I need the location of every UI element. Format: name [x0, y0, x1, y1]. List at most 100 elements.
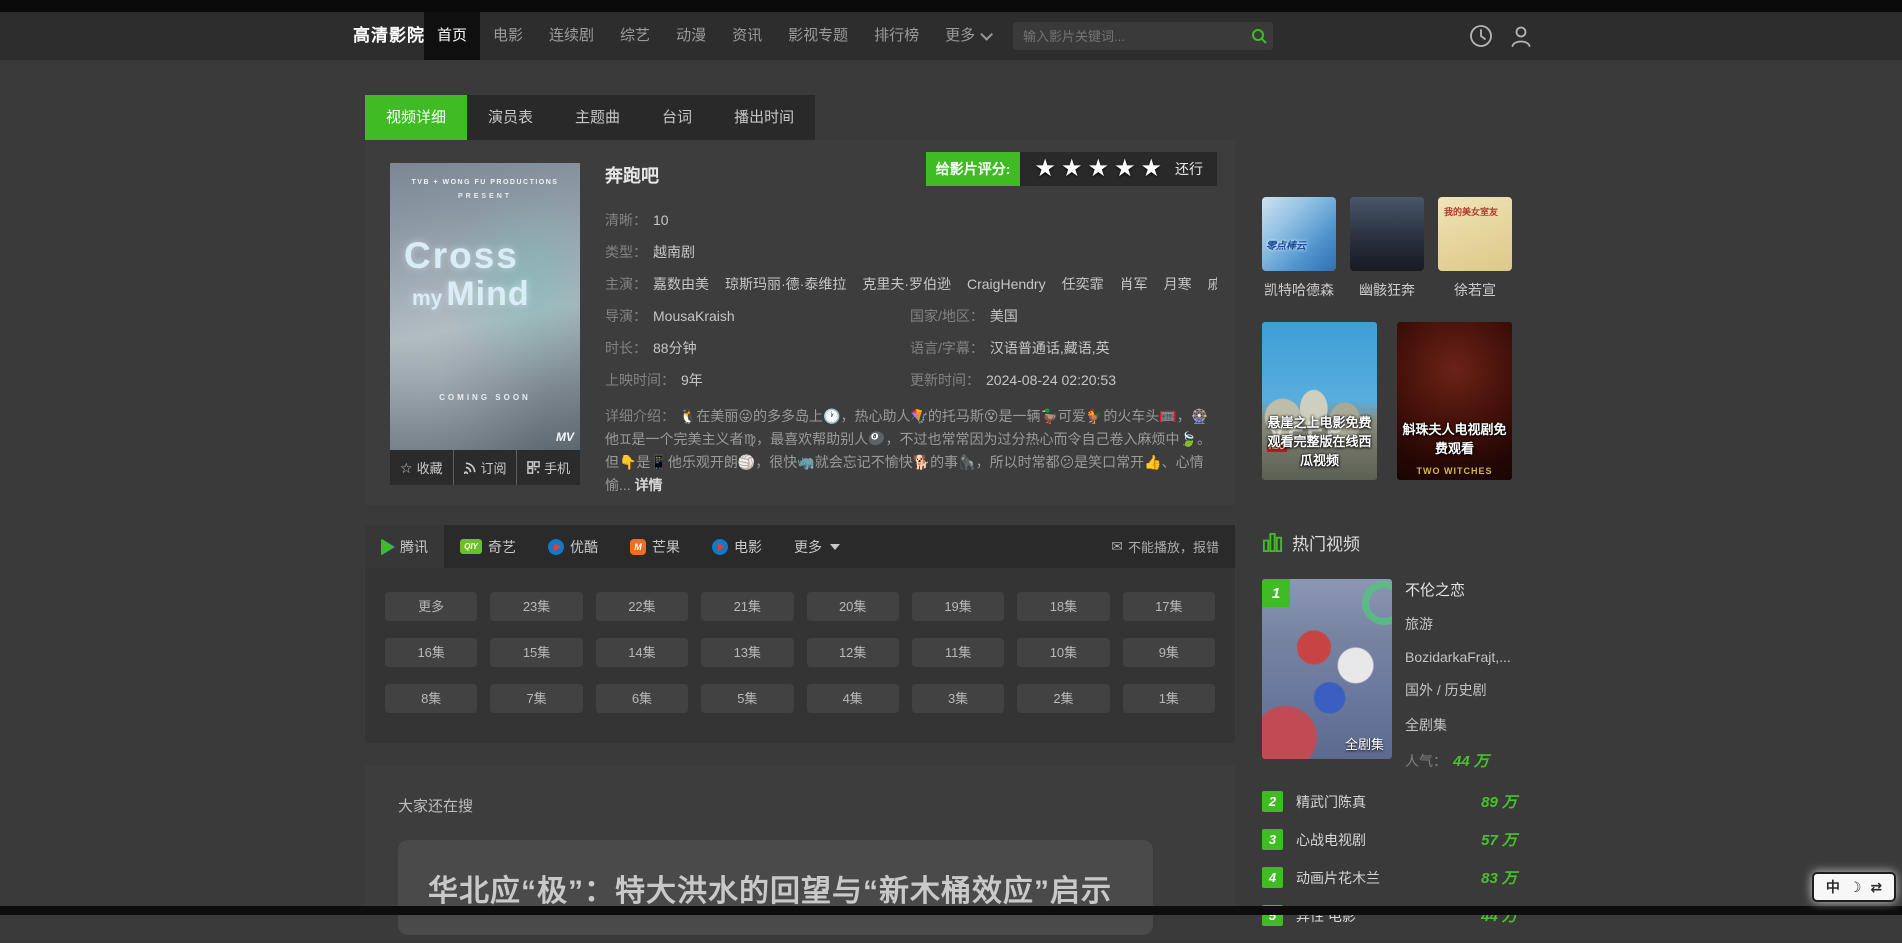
tab-cast[interactable]: 演员表 — [467, 95, 554, 140]
quality-value: 10 — [653, 213, 669, 228]
episode-button[interactable]: 6集 — [596, 684, 688, 713]
cast-name[interactable]: 月寒 — [1164, 277, 1192, 292]
hot-item-count: 89 万 — [1481, 791, 1517, 812]
episode-more-button[interactable]: 更多 — [385, 592, 477, 621]
search-icon — [1251, 28, 1267, 44]
poster-title-line2: myMind — [412, 275, 530, 314]
nav-news[interactable]: 资讯 — [719, 12, 775, 60]
episode-button[interactable]: 13集 — [701, 638, 793, 667]
nav-more[interactable]: 更多 — [932, 12, 1002, 60]
source-iqiyi[interactable]: QIY奇艺 — [444, 525, 532, 568]
movie-poster[interactable]: TVB + WONG FU PRODUCTIONS PRESENT Cross … — [390, 163, 580, 450]
episode-button[interactable]: 23集 — [490, 592, 582, 621]
director-value[interactable]: MousaKraish — [653, 309, 735, 324]
popularity-label: 人气： — [1405, 753, 1447, 769]
episode-button[interactable]: 22集 — [596, 592, 688, 621]
episode-button[interactable]: 8集 — [385, 684, 477, 713]
watermark-ring — [1362, 581, 1392, 625]
hot-list-item[interactable]: 4 动画片花木兰 83 万 — [1262, 867, 1517, 888]
star-link[interactable]: 零点棒云 凯特哈德森 — [1262, 197, 1336, 300]
episode-button[interactable]: 14集 — [596, 638, 688, 667]
nav-series[interactable]: 连续剧 — [536, 12, 607, 60]
episode-button[interactable]: 17集 — [1123, 592, 1215, 621]
cast-name[interactable]: 克里夫·罗伯逊 — [862, 277, 951, 292]
nav-home[interactable]: 首页 — [424, 12, 480, 60]
mobile-button[interactable]: 手机 — [517, 450, 580, 485]
source-youku[interactable]: 优酷 — [532, 525, 614, 568]
poster-present-text: PRESENT — [390, 193, 580, 200]
release-label: 上映时间： — [605, 373, 675, 388]
episode-button[interactable]: 20集 — [807, 592, 899, 621]
featured-title[interactable]: 不伦之恋 — [1405, 579, 1547, 600]
tab-air-time[interactable]: 播出时间 — [713, 95, 815, 140]
updated-value: 2024-08-24 02:20:53 — [986, 373, 1116, 388]
poster-action-bar: ☆收藏 订阅 手机 — [390, 450, 580, 485]
nav-variety[interactable]: 综艺 — [607, 12, 663, 60]
intro-more-link[interactable]: 详情 — [635, 477, 663, 493]
popularity-value: 44 万 — [1453, 753, 1489, 770]
chinese-lang-button[interactable]: 中 — [1826, 880, 1840, 894]
promo-poster-witches[interactable]: 斛珠夫人电视剧免费观看 TWO WITCHES — [1397, 322, 1512, 480]
cast-name[interactable]: CraigHendry — [967, 277, 1046, 292]
episode-button[interactable]: 4集 — [807, 684, 899, 713]
source-tencent[interactable]: 腾讯 — [365, 525, 444, 568]
swap-arrows-icon[interactable]: ⇄ — [1870, 880, 1882, 894]
episode-button[interactable]: 9集 — [1123, 638, 1215, 667]
tab-theme-song[interactable]: 主题曲 — [554, 95, 641, 140]
region-value[interactable]: 美国 — [990, 309, 1018, 324]
episode-button[interactable]: 19集 — [912, 592, 1004, 621]
promo-poster-veep[interactable]: VEEP HBO 悬崖之上电影免费观看完整版在线西瓜视频 — [1262, 322, 1377, 480]
episode-button[interactable]: 21集 — [701, 592, 793, 621]
thumb-caption: 零点棒云 — [1266, 237, 1306, 252]
tab-lines[interactable]: 台词 — [641, 95, 713, 140]
episode-button[interactable]: 18集 — [1017, 592, 1109, 621]
source-mango[interactable]: M芒果 — [614, 525, 696, 568]
site-logo[interactable]: 高清影院 — [353, 12, 425, 60]
episode-button[interactable]: 1集 — [1123, 684, 1215, 713]
search-input[interactable] — [1013, 29, 1245, 44]
search-button[interactable] — [1245, 22, 1273, 50]
episode-button[interactable]: 16集 — [385, 638, 477, 667]
type-label: 类型： — [605, 245, 647, 260]
report-error-link[interactable]: ✉不能播放，报错 — [1111, 537, 1235, 556]
poster-title-mind: Mind — [446, 275, 529, 313]
episode-button[interactable]: 11集 — [912, 638, 1004, 667]
rating-stars[interactable]: ★★★★★ — [1034, 157, 1167, 181]
star-link[interactable]: 幽骸狂奔 — [1350, 197, 1424, 300]
mango-tv-icon: M — [630, 539, 646, 555]
cast-name[interactable]: 肖军 — [1120, 277, 1148, 292]
episode-button[interactable]: 3集 — [912, 684, 1004, 713]
source-label: 优酷 — [570, 537, 598, 557]
hot-list-item[interactable]: 2 精武门陈真 89 万 — [1262, 791, 1517, 812]
type-value[interactable]: 越南剧 — [653, 245, 695, 260]
nav-anime[interactable]: 动漫 — [663, 12, 719, 60]
star-link[interactable]: 我的美女室友 徐若宣 — [1438, 197, 1512, 300]
history-button[interactable] — [1468, 23, 1494, 49]
episode-button[interactable]: 5集 — [701, 684, 793, 713]
tab-video-detail[interactable]: 视频详细 — [365, 95, 467, 140]
nav-movies[interactable]: 电影 — [480, 12, 536, 60]
poster-coming-soon: COMING SOON — [390, 393, 580, 402]
episode-button[interactable]: 12集 — [807, 638, 899, 667]
episode-button[interactable]: 10集 — [1017, 638, 1109, 667]
favorite-button[interactable]: ☆收藏 — [390, 450, 454, 485]
source-more[interactable]: 更多 — [778, 525, 856, 568]
hot-list-item[interactable]: 3 心战电视剧 57 万 — [1262, 829, 1517, 850]
cast-name[interactable]: 任奕霏 — [1062, 277, 1104, 292]
nav-specials[interactable]: 影视专题 — [775, 12, 861, 60]
episode-button[interactable]: 2集 — [1017, 684, 1109, 713]
featured-thumbnail[interactable]: 1 全剧集 — [1262, 579, 1392, 759]
main-header: 高清影院 首页 电影 连续剧 综艺 动漫 资讯 影视专题 排行榜 更多 — [0, 12, 1902, 60]
account-button[interactable] — [1508, 23, 1534, 49]
cast-name[interactable]: 戚... — [1208, 277, 1217, 292]
episode-button[interactable]: 7集 — [490, 684, 582, 713]
featured-line: BozidarkaFrajt,... — [1405, 649, 1547, 665]
dark-mode-moon-icon[interactable]: ☽ — [1849, 880, 1862, 894]
source-movie[interactable]: 电影 — [696, 525, 778, 568]
episode-button[interactable]: 15集 — [490, 638, 582, 667]
cast-name[interactable]: 嘉数由美 — [653, 277, 709, 292]
suggest-query-box[interactable]: 华北应“极”：特大洪水的回望与“新木桶效应”启示 — [398, 840, 1153, 935]
nav-ranking[interactable]: 排行榜 — [861, 12, 932, 60]
subscribe-button[interactable]: 订阅 — [454, 450, 518, 485]
cast-name[interactable]: 琼斯玛丽·德·泰维拉 — [725, 277, 846, 292]
